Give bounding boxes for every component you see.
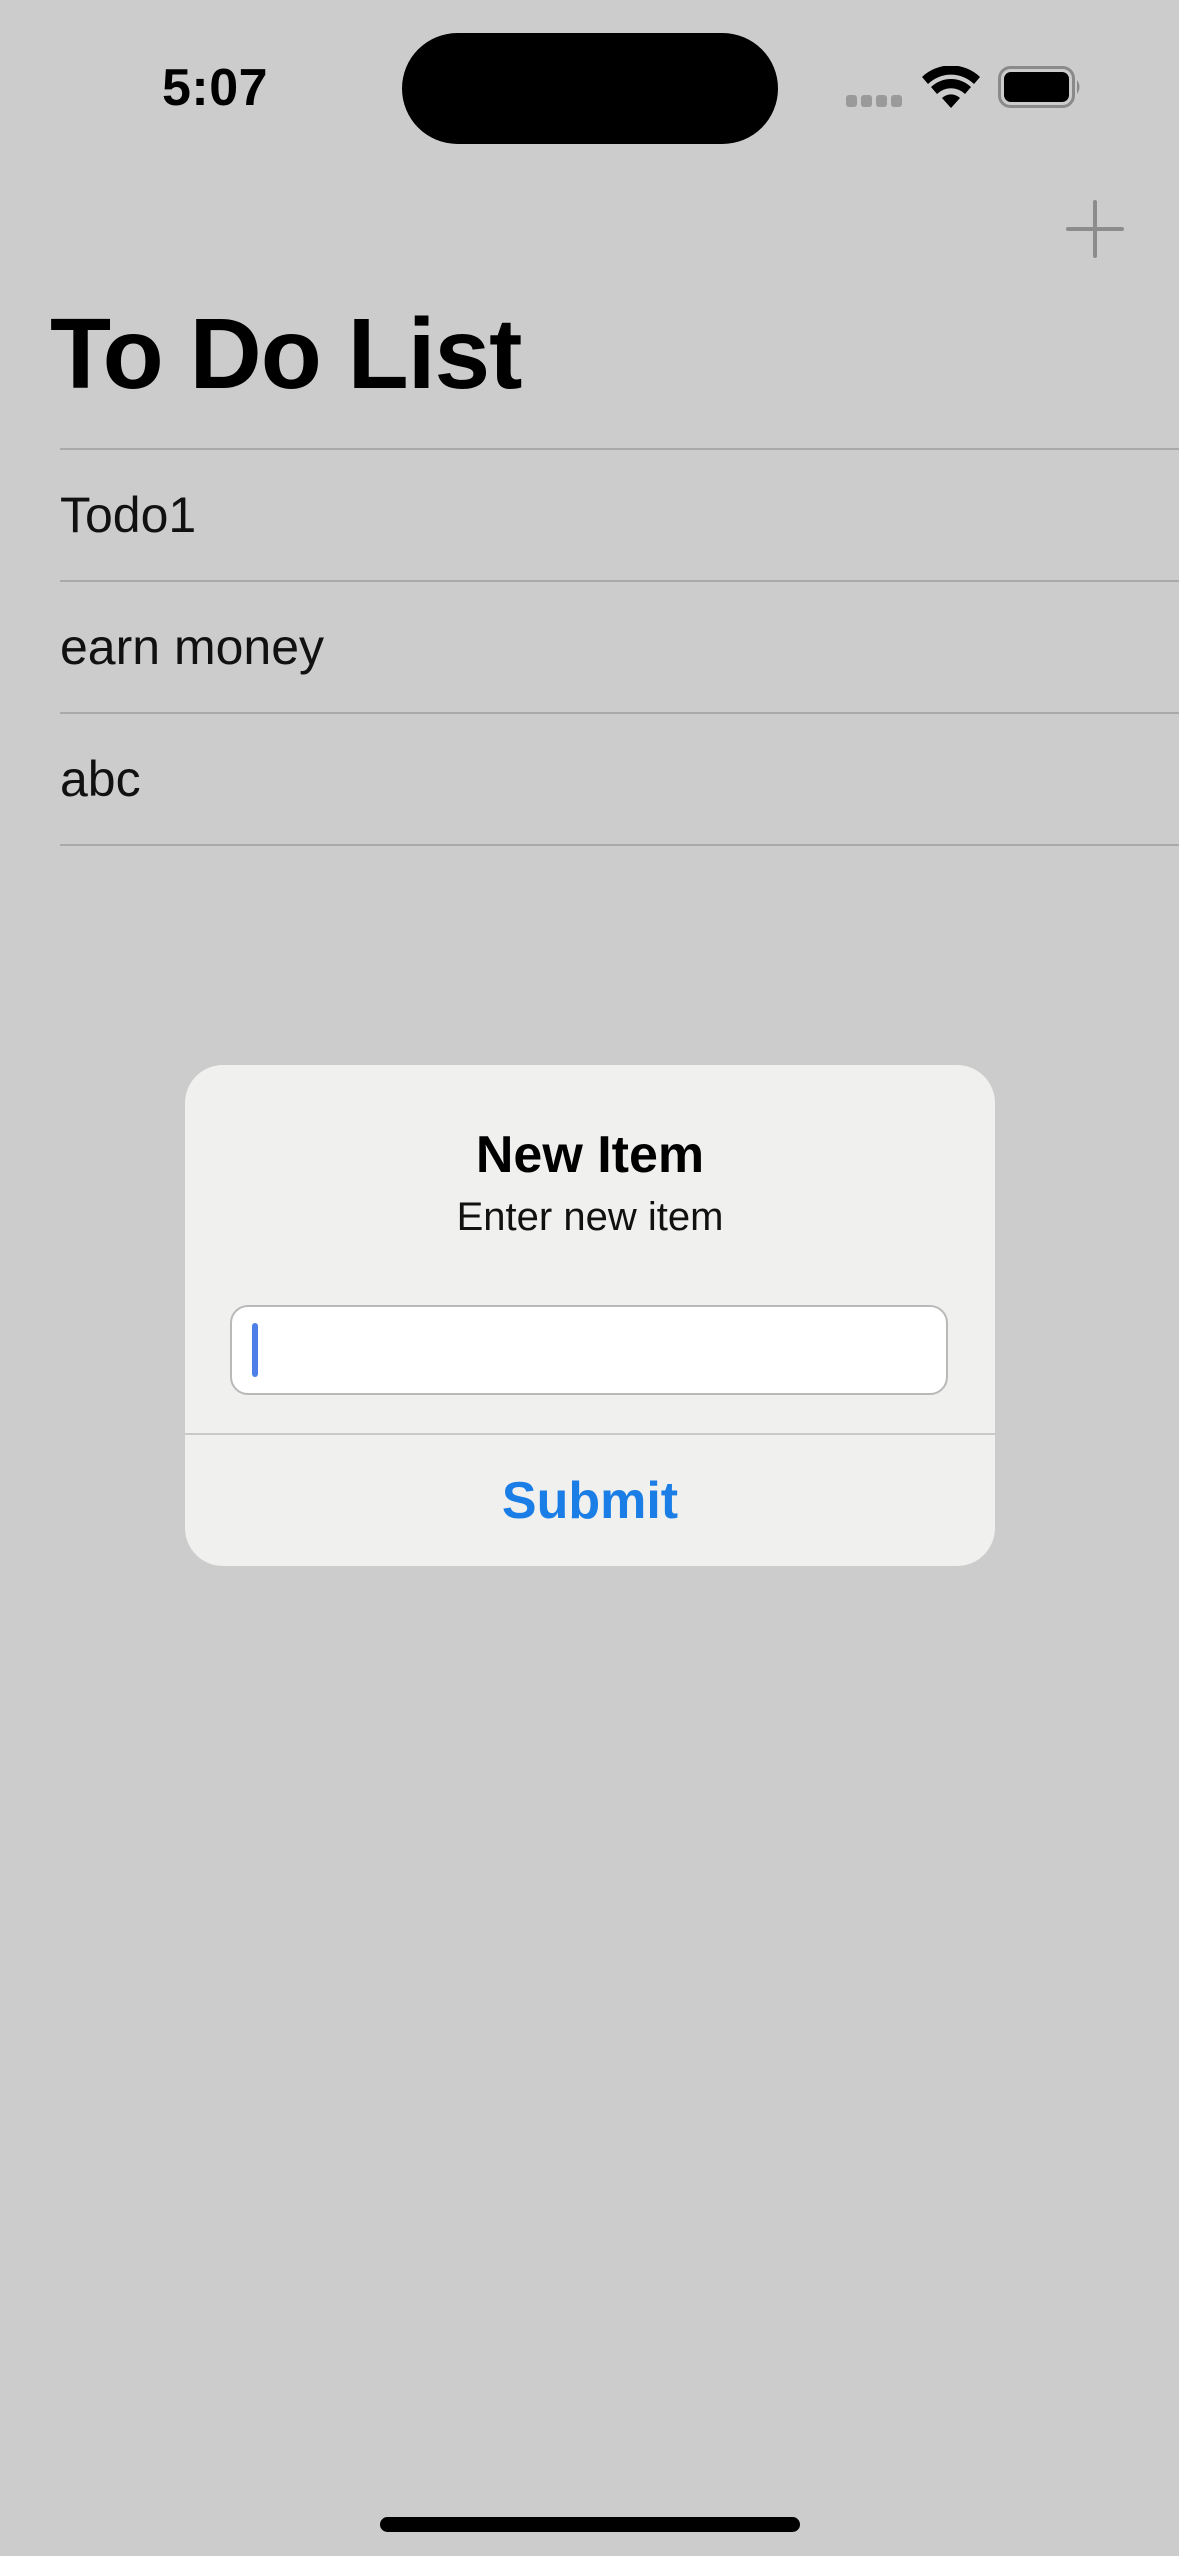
- list-item-label: Todo1: [60, 487, 197, 543]
- alert-title: New Item: [475, 1126, 705, 1184]
- new-item-input[interactable]: [230, 1305, 948, 1395]
- todo-list: Todo1 earn money abc: [60, 448, 1179, 846]
- list-item-label: abc: [60, 751, 141, 807]
- page-title: To Do List: [50, 298, 522, 410]
- list-item[interactable]: earn money: [60, 582, 1179, 714]
- wifi-icon: [922, 66, 980, 108]
- list-item[interactable]: abc: [60, 714, 1179, 846]
- add-item-button[interactable]: [1060, 194, 1130, 264]
- plus-icon: [1066, 200, 1124, 258]
- text-cursor: [252, 1323, 258, 1377]
- list-item-label: earn money: [60, 619, 325, 675]
- dynamic-island: [402, 33, 778, 144]
- new-item-alert: New Item Enter new item Submit: [185, 1065, 995, 1566]
- list-item[interactable]: Todo1: [60, 450, 1179, 582]
- alert-message: Enter new item: [456, 1195, 724, 1239]
- home-indicator[interactable]: [380, 2517, 800, 2532]
- battery-icon: [998, 66, 1080, 108]
- status-time: 5:07: [162, 59, 269, 117]
- submit-button[interactable]: Submit: [185, 1435, 995, 1566]
- cellular-signal-icon: [846, 95, 904, 107]
